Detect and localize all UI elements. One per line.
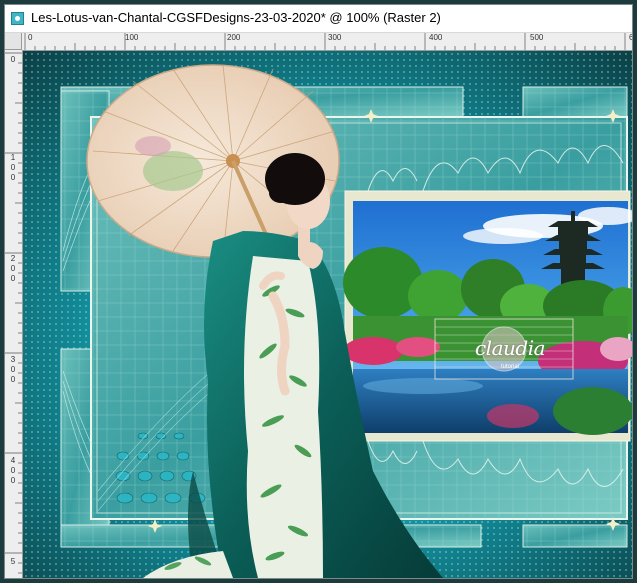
garden-photo xyxy=(343,201,632,435)
image-window[interactable]: Les-Lotus-van-Chantal-CGSFDesigns-23-03-… xyxy=(4,4,633,579)
ruler-corner xyxy=(5,33,22,50)
window-titlebar[interactable]: Les-Lotus-van-Chantal-CGSFDesigns-23-03-… xyxy=(5,5,632,33)
logo-text: claudia xyxy=(474,336,546,360)
ruler-label: 0 xyxy=(10,163,16,172)
ruler-label: 600 xyxy=(629,34,632,42)
ruler-label: 0 xyxy=(10,466,16,475)
window-title: Les-Lotus-van-Chantal-CGSFDesigns-23-03-… xyxy=(31,10,441,25)
ruler-label: 0 xyxy=(10,264,16,273)
ruler-label: 400 xyxy=(429,33,443,42)
psp-image-icon xyxy=(11,12,24,25)
logo-subtext: tutorial xyxy=(500,364,519,370)
ruler-label: 4 xyxy=(10,456,16,465)
app-background: Les-Lotus-van-Chantal-CGSFDesigns-23-03-… xyxy=(0,0,637,583)
ruler-label: 3 xyxy=(10,355,16,364)
horizontal-ruler[interactable]: 0 100 200 300 400 500 600 xyxy=(22,33,632,51)
ruler-label: 100 xyxy=(125,33,139,42)
ruler-label: 200 xyxy=(227,33,241,42)
watermark-text: claudia tutorial xyxy=(446,324,574,382)
ruler-label: 0 xyxy=(10,173,16,182)
ruler-label: 0 xyxy=(28,33,33,42)
ruler-label: 5 xyxy=(10,557,16,566)
ruler-label: 2 xyxy=(10,254,16,263)
ruler-label: 500 xyxy=(530,33,544,42)
artwork xyxy=(23,51,632,578)
image-canvas[interactable]: claudia tutorial xyxy=(23,51,632,578)
ruler-label: 1 xyxy=(10,153,16,162)
ruler-label: 0 xyxy=(10,365,16,374)
ruler-label: 0 xyxy=(10,55,16,64)
ruler-label: 300 xyxy=(328,33,342,42)
ruler-label: 0 xyxy=(10,476,16,485)
vertical-ruler[interactable]: 0 1 0 0 2 0 0 3 0 0 4 0 0 5 xyxy=(5,50,23,578)
ruler-ticks xyxy=(5,52,22,574)
ruler-label: 0 xyxy=(10,375,16,384)
ruler-label: 0 xyxy=(10,274,16,283)
